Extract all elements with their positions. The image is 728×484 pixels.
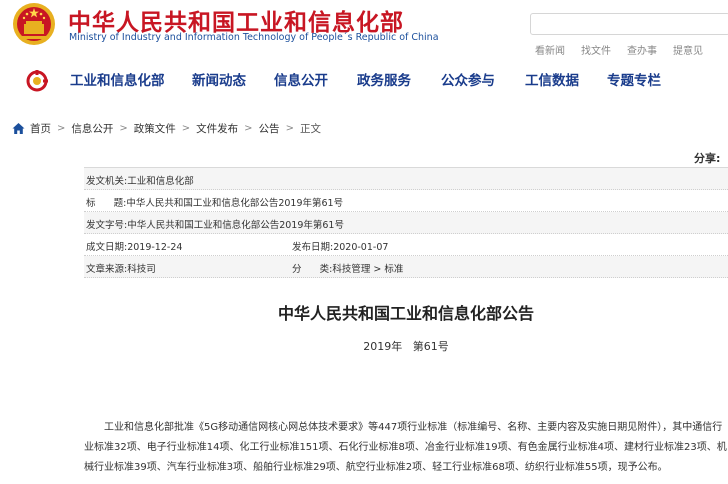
national-emblem-icon[interactable] xyxy=(12,2,56,46)
share-label[interactable]: 分享: xyxy=(694,150,720,166)
category-text[interactable]: 科技管理 > 标准 xyxy=(332,264,403,275)
quick-link-documents[interactable]: 找文件 xyxy=(581,42,611,57)
category-value: 分 类:科技管理 > 标准 xyxy=(292,261,403,275)
doc-number-label: 发文字号: xyxy=(86,220,128,231)
title-text: 中华人民共和国工业和信息化部公告2019年第61号 xyxy=(126,198,344,209)
nav-item-miit[interactable]: 工业和信息化部 xyxy=(70,69,165,89)
breadcrumb-separator: > xyxy=(244,122,253,134)
breadcrumb-separator: > xyxy=(119,122,128,134)
quick-link-news[interactable]: 看新闻 xyxy=(535,42,565,57)
breadcrumb-separator: > xyxy=(57,122,66,134)
nav-item-data[interactable]: 工信数据 xyxy=(525,69,579,89)
published-date-label: 发布日期: xyxy=(292,242,334,253)
document-body: 工业和信息化部批准《5G移动通信网核心网总体技术要求》等447项行业标准（标准编… xyxy=(84,418,728,478)
home-icon[interactable] xyxy=(12,122,25,135)
search-input[interactable] xyxy=(530,13,728,35)
info-row-title: 标 题:中华人民共和国工业和信息化部公告2019年第61号 xyxy=(84,190,728,212)
doc-number-text: 中华人民共和国工业和信息化部公告2019年第61号 xyxy=(127,220,344,231)
issuer-label: 发文机关: xyxy=(86,176,128,187)
main-nav: 工业和信息化部 新闻动态 信息公开 政务服务 公众参与 工信数据 专题专栏 xyxy=(0,58,728,102)
info-row-doc-number: 发文字号:中华人民共和国工业和信息化部公告2019年第61号 xyxy=(84,212,728,234)
info-row-source: 文章来源:科技司 分 类:科技管理 > 标准 xyxy=(84,256,728,278)
nav-item-gov-services[interactable]: 政务服务 xyxy=(357,69,411,89)
category-label: 分 类: xyxy=(292,264,333,275)
breadcrumb-separator: > xyxy=(181,122,191,134)
document-number: 2019年 第61号 xyxy=(363,340,449,353)
nav-item-public-participation[interactable]: 公众参与 xyxy=(441,69,495,89)
breadcrumb-home[interactable]: 首页 xyxy=(30,121,51,136)
source-value: 文章来源:科技司 xyxy=(86,261,156,275)
created-date-text: 2019-12-24 xyxy=(127,242,183,253)
quick-link-services[interactable]: 查办事 xyxy=(627,42,657,57)
title-value: 标 题:中华人民共和国工业和信息化部公告2019年第61号 xyxy=(86,195,343,209)
document-title: 中华人民共和国工业和信息化部公告 xyxy=(277,304,534,323)
breadcrumb-policy-docs[interactable]: 政策文件 xyxy=(134,121,176,136)
nav-item-info-disclosure[interactable]: 信息公开 xyxy=(274,69,328,89)
source-text: 科技司 xyxy=(127,264,156,275)
breadcrumb-announcement[interactable]: 公告 xyxy=(259,121,280,136)
doc-number-value: 发文字号:中华人民共和国工业和信息化部公告2019年第61号 xyxy=(86,217,344,231)
published-date-text: 2020-01-07 xyxy=(333,242,389,253)
issuer-value: 发文机关:工业和信息化部 xyxy=(86,173,194,187)
site-header: 中华人民共和国工业和信息化部 Ministry of Industry and … xyxy=(0,0,728,58)
breadcrumb-current: 正文 xyxy=(299,122,321,135)
breadcrumb-info-disclosure[interactable]: 信息公开 xyxy=(71,121,113,136)
quick-link-feedback[interactable]: 提意见 xyxy=(673,42,703,57)
site-title-english: Ministry of Industry and Information Tec… xyxy=(69,32,439,43)
document-info-table: 发文机关:工业和信息化部 标 题:中华人民共和国工业和信息化部公告2019年第6… xyxy=(84,167,728,278)
body-paragraph: 工业和信息化部批准《5G移动通信网核心网总体技术要求》等447项行业标准（标准编… xyxy=(84,422,727,473)
created-date-label: 成文日期: xyxy=(86,242,128,253)
breadcrumb: 首页 > 信息公开 > 政策文件 > 文件发布 > 公告 > 正文 xyxy=(12,120,321,136)
breadcrumb-separator: > xyxy=(285,122,294,134)
info-row-dates: 成文日期:2019-12-24 发布日期:2020-01-07 xyxy=(84,234,728,256)
title-label: 标 题: xyxy=(86,198,127,209)
breadcrumb-doc-release[interactable]: 文件发布 xyxy=(196,121,238,136)
published-date-value: 发布日期:2020-01-07 xyxy=(292,239,388,253)
nav-item-news[interactable]: 新闻动态 xyxy=(192,69,246,89)
issuer-text: 工业和信息化部 xyxy=(127,176,194,187)
nav-item-special-topics[interactable]: 专题专栏 xyxy=(607,69,661,89)
source-label: 文章来源: xyxy=(86,264,128,275)
miit-logo-icon[interactable] xyxy=(26,70,48,92)
created-date-value: 成文日期:2019-12-24 xyxy=(86,239,182,253)
info-row-issuer: 发文机关:工业和信息化部 xyxy=(84,168,728,190)
